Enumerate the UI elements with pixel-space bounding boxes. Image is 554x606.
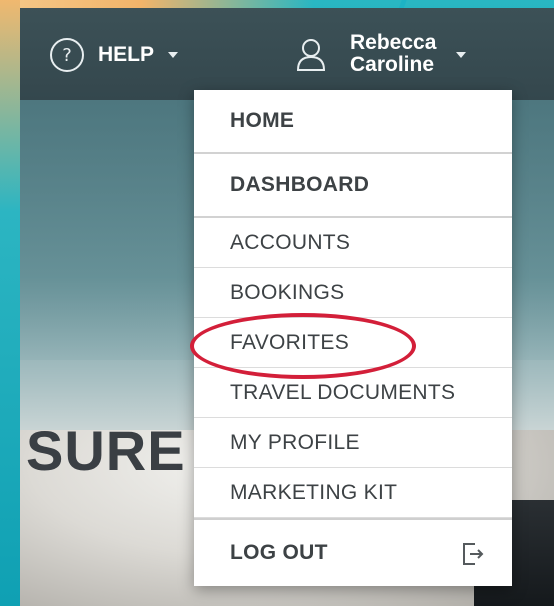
menu-item-label: ACCOUNTS bbox=[230, 230, 351, 254]
help-icon-glyph: ? bbox=[62, 44, 72, 66]
menu-item-label: MY PROFILE bbox=[230, 430, 360, 454]
hero-headline: SURE bbox=[26, 419, 186, 482]
menu-item-label: BOOKINGS bbox=[230, 280, 345, 304]
user-menu-toggle[interactable]: Rebecca Caroline bbox=[296, 32, 467, 76]
logout-icon bbox=[463, 543, 484, 565]
user-last-name: Caroline bbox=[350, 53, 435, 76]
menu-item-marketing-kit[interactable]: MARKETING KIT bbox=[194, 468, 512, 518]
menu-item-label: DASHBOARD bbox=[230, 173, 370, 196]
question-circle-icon: ? bbox=[50, 38, 84, 72]
menu-item-label: TRAVEL DOCUMENTS bbox=[230, 380, 456, 404]
user-name: Rebecca Caroline bbox=[350, 32, 436, 76]
menu-item-log-out[interactable]: LOG OUT bbox=[194, 518, 512, 586]
menu-item-label: HOME bbox=[230, 109, 295, 132]
help-label: HELP bbox=[98, 43, 155, 66]
menu-item-label: MARKETING KIT bbox=[230, 480, 398, 504]
menu-item-label: FAVORITES bbox=[230, 330, 349, 354]
app-window: SURE ? HELP Rebecca Caroline HOME DASHBO… bbox=[20, 8, 554, 606]
user-dropdown-menu: HOME DASHBOARD ACCOUNTS BOOKINGS FAVORIT… bbox=[194, 90, 512, 586]
help-menu-toggle[interactable]: ? HELP bbox=[50, 38, 179, 72]
user-first-name: Rebecca bbox=[350, 31, 437, 54]
caret-down-icon bbox=[456, 52, 467, 58]
menu-item-favorites[interactable]: FAVORITES bbox=[194, 318, 512, 368]
menu-item-dashboard[interactable]: DASHBOARD bbox=[194, 154, 512, 218]
menu-item-my-profile[interactable]: MY PROFILE bbox=[194, 418, 512, 468]
menu-item-home[interactable]: HOME bbox=[194, 90, 512, 154]
caret-down-icon bbox=[168, 52, 179, 58]
menu-item-travel-documents[interactable]: TRAVEL DOCUMENTS bbox=[194, 368, 512, 418]
menu-item-bookings[interactable]: BOOKINGS bbox=[194, 268, 512, 318]
backdrop-stripe bbox=[0, 0, 20, 606]
user-outline-icon bbox=[296, 39, 326, 71]
menu-item-label: LOG OUT bbox=[230, 541, 328, 564]
menu-item-accounts[interactable]: ACCOUNTS bbox=[194, 218, 512, 268]
